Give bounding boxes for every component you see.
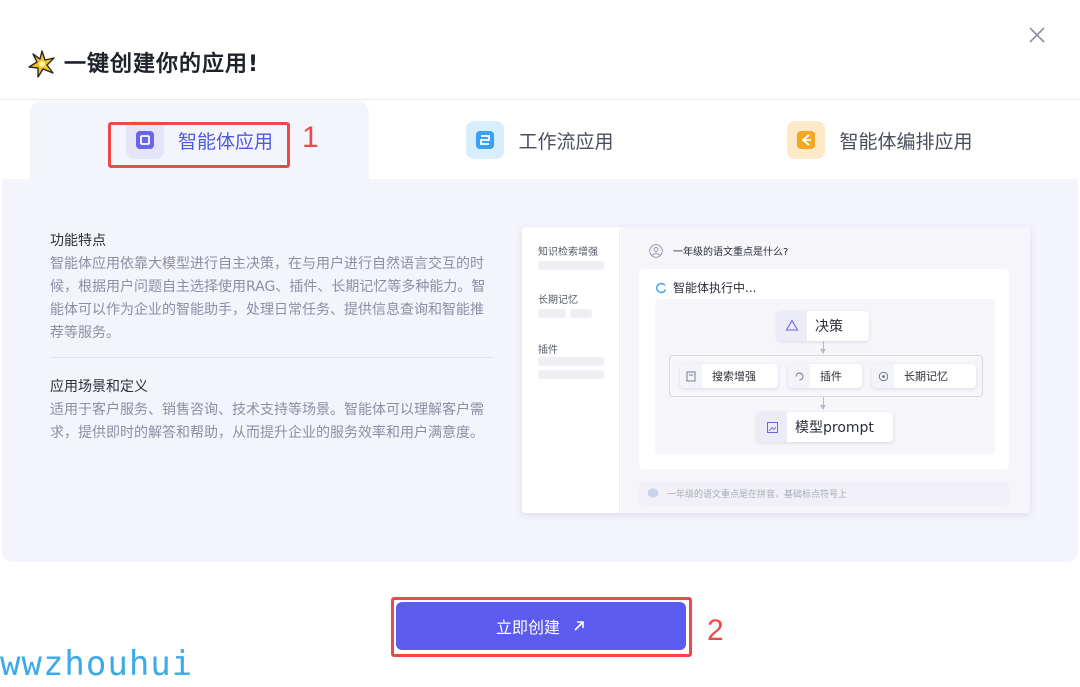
plugin-node: 插件 (788, 364, 862, 388)
plugin-icon (788, 364, 810, 388)
memory-icon (872, 364, 894, 388)
create-app-dialog: 一键创建你的应用! 智能体应用 工作流应用 智能体编排应用 1 功能特点 智能体… (0, 0, 1080, 687)
annotation-number-1: 1 (302, 121, 319, 154)
preview-sidebar: 知识检索增强 长期记忆 插件 (522, 227, 620, 513)
execution-status: 智能体执行中... (655, 279, 756, 296)
tab-workflow-app[interactable]: 工作流应用 (370, 101, 710, 179)
placeholder-bar (538, 370, 604, 379)
decision-node: 决策 (777, 311, 869, 341)
workflow-app-icon (466, 121, 505, 159)
orchestration-app-icon (787, 121, 826, 159)
preview-sidebar-item: 长期记忆 (538, 295, 578, 306)
placeholder-bar (538, 357, 604, 366)
execution-status-text: 智能体执行中... (673, 281, 757, 295)
memory-node: 长期记忆 (872, 364, 976, 388)
sparkle-icon (28, 50, 55, 78)
agent-preview-illustration: 知识检索增强 长期记忆 插件 一年级的语文重点是什么? 智能体执行中... 决策… (522, 227, 1030, 513)
recycle-icon (777, 311, 807, 341)
edit-icon (680, 364, 702, 388)
search-label: 搜索增强 (712, 370, 756, 383)
scenarios-title: 应用场景和定义 (50, 379, 148, 395)
tab-label: 智能体编排应用 (839, 130, 973, 153)
app-description-panel: 功能特点 智能体应用依靠大模型进行自主决策，在与用户进行自然语言交互的时候，根据… (2, 179, 1078, 562)
plugin-label: 插件 (820, 370, 842, 383)
image-icon (757, 412, 787, 442)
watermark-text: wwzhouhui (0, 644, 194, 684)
annotation-number-2: 2 (707, 614, 724, 647)
agent-flow-diagram: 决策 搜索增强 插件 长期记忆 模型prompt (655, 299, 995, 454)
tab-orchestration-app[interactable]: 智能体编排应用 (710, 101, 1050, 179)
decision-label: 决策 (815, 319, 843, 335)
preview-sidebar-item: 知识检索增强 (538, 247, 598, 258)
search-node: 搜索增强 (680, 364, 778, 388)
tab-label: 工作流应用 (518, 130, 614, 153)
placeholder-bar (570, 309, 592, 318)
features-title: 功能特点 (50, 233, 106, 249)
tools-group: 搜索增强 插件 长期记忆 (669, 355, 983, 397)
scenarios-description: 适用于客户服务、销售咨询、技术支持等场景。智能体可以理解客户需求，提供即时的解答… (50, 402, 484, 441)
annotation-box-button (391, 597, 692, 657)
loading-icon (656, 282, 667, 293)
close-icon[interactable] (1024, 22, 1050, 48)
section-divider (50, 357, 494, 358)
memory-label: 长期记忆 (904, 370, 948, 383)
placeholder-bar (538, 309, 566, 318)
preview-main: 一年级的语文重点是什么? 智能体执行中... 决策 搜索增强 插件 长期记忆 模… (621, 227, 1030, 513)
preview-answer-text: 一年级的语文重点是在拼音、基础标点符号上 (667, 489, 848, 500)
cube-icon (648, 488, 658, 498)
features-description: 智能体应用依靠大模型进行自主决策，在与用户进行自然语言交互的时候，根据用户问题自… (50, 256, 486, 341)
preview-sidebar-item: 插件 (538, 345, 558, 356)
preview-execution-card: 智能体执行中... 决策 搜索增强 插件 长期记忆 模型prompt (639, 269, 1009, 469)
preview-answer: 一年级的语文重点是在拼音、基础标点符号上 (639, 481, 1009, 505)
user-icon (649, 243, 663, 258)
annotation-box-tab (108, 122, 290, 168)
model-prompt-node: 模型prompt (757, 412, 893, 442)
preview-question-text: 一年级的语文重点是什么? (673, 247, 789, 258)
model-prompt-label: 模型prompt (795, 420, 874, 436)
dialog-title: 一键创建你的应用! (64, 52, 260, 77)
placeholder-bar (538, 261, 604, 270)
flow-arrow-head (820, 405, 826, 410)
preview-question: 一年级的语文重点是什么? (649, 243, 788, 258)
flow-arrow-head (820, 349, 826, 354)
dialog-header: 一键创建你的应用! (0, 0, 1080, 100)
